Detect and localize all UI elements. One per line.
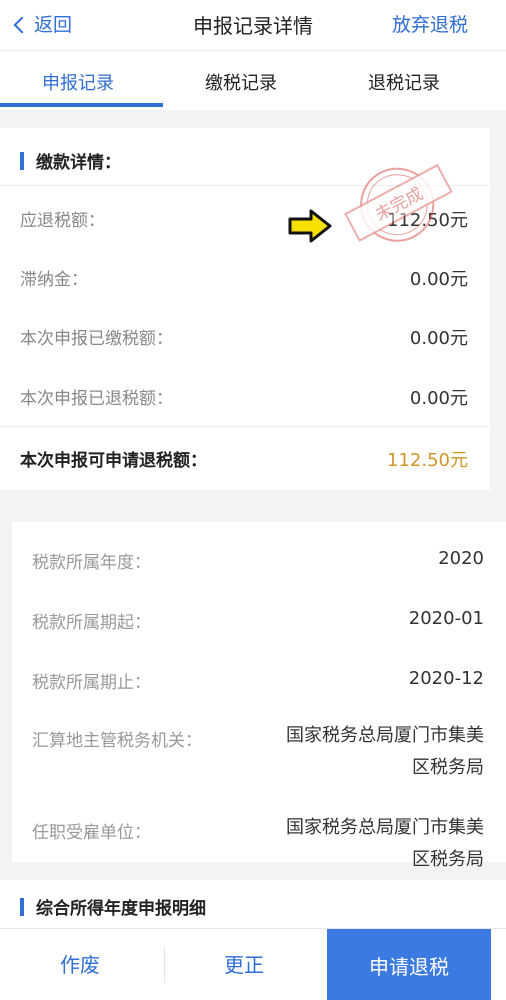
active-tab-indicator: [0, 103, 163, 107]
payment-details-heading: 缴款详情：: [20, 148, 121, 173]
tab-declaration-record[interactable]: 申报记录: [42, 69, 114, 95]
tab-payment-record[interactable]: 缴税记录: [205, 69, 277, 95]
refund-due-label: 应退税额：: [20, 211, 105, 231]
annual-detail-section: 综合所得年度申报明细: [0, 880, 506, 928]
bottom-action-bar: 作废 更正 申请退税: [0, 928, 506, 1000]
abandon-refund-button[interactable]: 放弃退税: [392, 10, 468, 37]
void-button[interactable]: 作废: [60, 949, 100, 978]
annual-detail-heading: 综合所得年度申报明细: [20, 894, 206, 919]
payment-details-title: 缴款详情：: [36, 153, 121, 173]
tax-authority-value: 国家税务总局厦门市集美 区税务局: [244, 720, 484, 784]
paid-amount-label: 本次申报已缴税额：: [20, 329, 173, 349]
late-fee-label: 滞纳金：: [20, 270, 88, 290]
tax-year-value: 2020: [438, 548, 484, 569]
unfinished-stamp-icon: 未完成: [344, 163, 453, 242]
tab-bar: 申报记录 缴税记录 退税记录: [0, 50, 506, 110]
period-start-label: 税款所属期起：: [32, 613, 151, 633]
employer-label: 任职受雇单位：: [32, 823, 151, 843]
apply-refund-button[interactable]: 申请退税: [327, 929, 491, 1000]
period-end-value: 2020-12: [408, 668, 484, 689]
employer-value: 国家税务总局厦门市集美 区税务局: [244, 812, 484, 876]
divider: [164, 947, 165, 983]
period-end-label: 税款所属期止：: [32, 673, 151, 693]
period-start-value: 2020-01: [408, 608, 484, 629]
divider: [0, 426, 490, 427]
late-fee-value: 0.00元: [409, 269, 468, 290]
employer-line1: 国家税务总局厦门市集美: [286, 817, 484, 838]
tax-authority-line1: 国家税务总局厦门市集美: [286, 725, 484, 746]
refundable-amount-value: 112.50元: [387, 450, 468, 471]
paid-amount-value: 0.00元: [409, 328, 468, 349]
tax-year-label: 税款所属年度：: [32, 553, 151, 573]
refunded-amount-value: 0.00元: [409, 388, 468, 409]
refundable-amount-label: 本次申报可申请退税额：: [20, 451, 207, 471]
refunded-amount-label: 本次申报已退税额：: [20, 389, 173, 409]
nav-bar: 返回 申报记录详情 放弃退税: [0, 0, 506, 50]
tax-info-card: 税款所属年度： 2020 税款所属期起： 2020-01 税款所属期止： 202…: [12, 522, 506, 870]
employer-line2: 区税务局: [412, 849, 484, 870]
section-marker: [20, 897, 24, 916]
annual-detail-title: 综合所得年度申报明细: [36, 899, 206, 919]
arrow-right-icon: [288, 209, 332, 243]
tab-refund-record[interactable]: 退税记录: [368, 69, 440, 95]
tax-authority-label: 汇算地主管税务机关：: [32, 731, 202, 751]
section-marker: [20, 151, 24, 170]
correct-button[interactable]: 更正: [224, 949, 264, 978]
tax-authority-line2: 区税务局: [412, 757, 484, 778]
